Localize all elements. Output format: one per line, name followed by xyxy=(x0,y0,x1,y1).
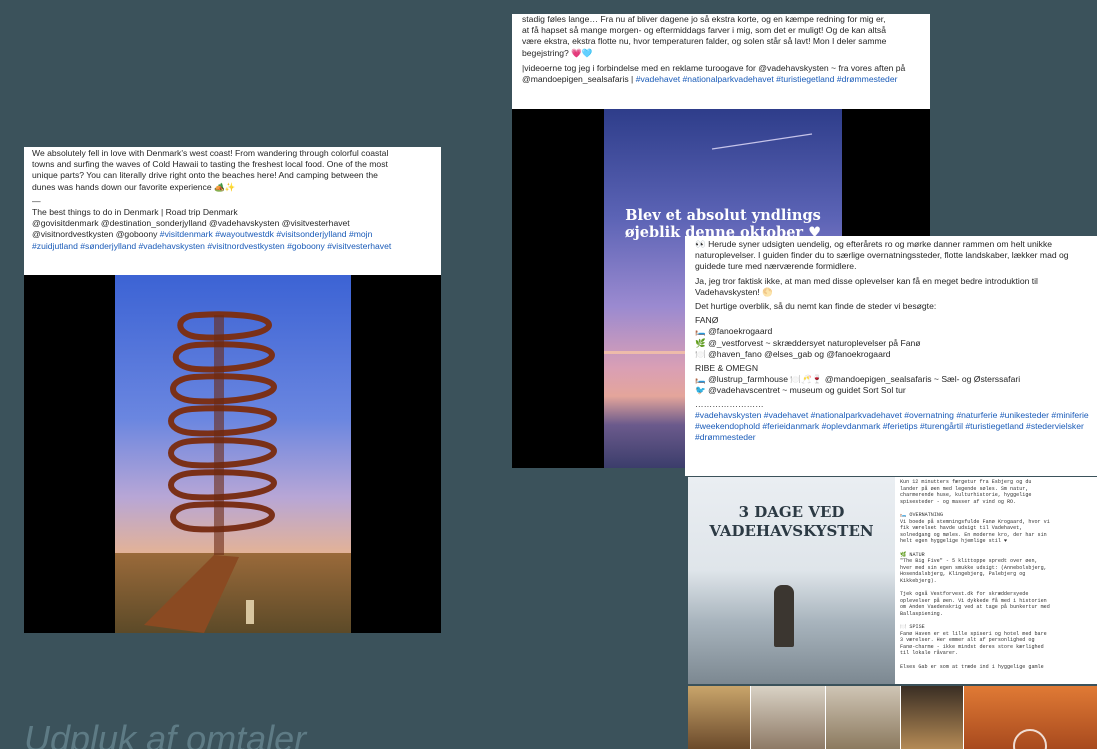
caption-line: at få hapset så mange morgen- og eftermi… xyxy=(522,25,886,36)
thumbnail-window[interactable] xyxy=(901,686,963,749)
spiral-tower-illustration xyxy=(144,311,278,633)
caption-line: dunes was hands down our favorite experi… xyxy=(32,181,236,192)
play-icon[interactable] xyxy=(1010,726,1050,749)
section-heading: FANØ xyxy=(695,315,719,326)
caption-line: We absolutely fell in love with Denmark'… xyxy=(32,148,389,158)
person-silhouette xyxy=(774,585,794,647)
hashtags[interactable]: #vadehavskysten #vadehavet #nationalpark… xyxy=(695,410,1089,444)
caption-line: towns and surfing the waves of Cold Hawa… xyxy=(32,159,388,170)
list-item: 🛏️ @fanoekrogaard xyxy=(695,326,773,337)
caption-line: være ekstra, ekstra flotte nu, hvor temp… xyxy=(522,36,887,47)
caption-line: @visitnordvestkysten @goboony #visitdenm… xyxy=(32,229,432,240)
section-caption: Udpluk af omtaler xyxy=(24,718,307,749)
caption-paragraph: Det hurtige overblik, så du nemt kan fin… xyxy=(695,301,937,312)
thumbnail-sunset[interactable] xyxy=(964,686,1097,749)
list-item: 🍽️ @haven_fano @elses_gab og @fanoekroga… xyxy=(695,348,891,359)
cover-photo: 3 DAGE VED VADEHAVSKYSTEN xyxy=(688,477,895,684)
caption-paragraph: |videoerne tog jeg i forbindelse med en … xyxy=(522,63,921,85)
caption-line: @govisitdenmark @destination_sonderjylla… xyxy=(32,218,350,229)
thumbnail-strip xyxy=(688,686,1097,749)
overlay-line: Blev et absolut yndlings xyxy=(625,207,821,224)
mentions[interactable]: @visitnordvestkysten @goboony xyxy=(32,229,157,239)
thumbnail-interior[interactable] xyxy=(751,686,825,749)
caption-line: The best things to do in Denmark | Road … xyxy=(32,207,238,218)
title-line: 3 DAGE VED xyxy=(738,503,845,521)
caption-line: stadig føles lange… Fra nu af bliver dag… xyxy=(522,14,886,24)
hashtags[interactable]: #zuidjutland #sønderjylland #vadehavskys… xyxy=(32,241,432,252)
caption-line: — xyxy=(32,195,41,206)
caption-line: begejstring? 💗🩵 xyxy=(522,47,593,58)
section-heading: RIBE & OMEGN xyxy=(695,363,759,374)
hashtags-inline[interactable]: #visitdenmark #wayoutwestdk #visitsonder… xyxy=(157,229,373,239)
tower-photo[interactable] xyxy=(24,275,441,633)
thumbnail-bedroom[interactable] xyxy=(826,686,900,749)
guide-title: 3 DAGE VED VADEHAVSKYSTEN xyxy=(688,503,895,541)
title-line: VADEHAVSKYSTEN xyxy=(709,522,874,540)
caption-paragraph: Ja, jeg tror faktisk ikke, at man med di… xyxy=(695,275,1038,297)
list-item: 🐦 @vadehavscentret ~ museum og guidet So… xyxy=(695,385,906,396)
list-item: 🛏️ @lustrup_farmhouse 🍽️🥂🍷 @mandoepigen_… xyxy=(695,374,1021,385)
caption-paragraph: 👀 Herude syner udsigten uendelig, og eft… xyxy=(695,239,1069,272)
dotted-separator: …………………… xyxy=(695,398,764,409)
guide-body-text: Kun 12 minutters færgetur fra Esbjerg og… xyxy=(900,479,1050,670)
instagram-caption-guide: 👀 Herude syner udsigten uendelig, og eft… xyxy=(685,236,1097,476)
post-caption: stadig føles lange… Fra nu af bliver dag… xyxy=(512,14,930,109)
caption-line: unique parts? You can literally drive ri… xyxy=(32,170,378,181)
list-item: 🌿 @_vestforvest ~ skræddersyet naturople… xyxy=(695,337,921,348)
post-caption: We absolutely fell in love with Denmark'… xyxy=(24,147,441,275)
thumbnail-bottles[interactable] xyxy=(688,686,750,749)
guide-page-preview[interactable]: 3 DAGE VED VADEHAVSKYSTEN Kun 12 minutte… xyxy=(688,477,1097,684)
instagram-post-road-trip: We absolutely fell in love with Denmark'… xyxy=(24,147,441,633)
post-caption: 👀 Herude syner udsigten uendelig, og eft… xyxy=(685,236,1097,443)
hashtags[interactable]: #vadehavet #nationalparkvadehavet #turis… xyxy=(636,74,898,84)
